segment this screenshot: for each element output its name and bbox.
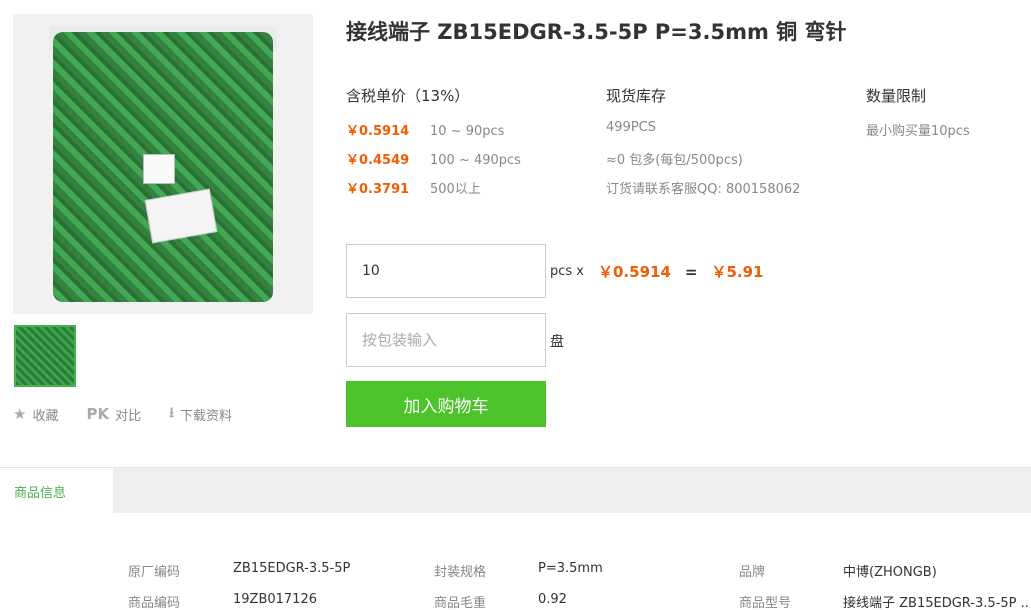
price-tier: ￥0.3791 500以上 [346, 178, 481, 197]
compare-label: 对比 [115, 408, 142, 424]
spec-key: 商品毛重 [434, 596, 487, 610]
spec-value: 0.92 [538, 592, 567, 607]
price-header: 含税单价（13%） [346, 87, 470, 105]
price-calculation: pcs x ￥0.5914 = ￥5.91 [550, 261, 763, 282]
tier-range: 500以上 [430, 182, 481, 197]
tier-price: ￥0.5914 [346, 124, 410, 139]
unit-label: pcs x [550, 264, 584, 279]
spec-value: ZB15EDGR-3.5-5P [233, 561, 351, 576]
compare-button[interactable]: PK 对比 [86, 405, 141, 424]
product-title: 接线端子 ZB15EDGR-3.5-5P P=3.5mm 铜 弯针 [346, 20, 847, 44]
spec-value: 中博(ZHONGB) [843, 565, 937, 580]
stock-quantity: 499PCS [606, 120, 656, 135]
spec-key: 品牌 [739, 565, 766, 580]
tier-range: 100 ~ 490pcs [430, 153, 521, 168]
spec-value: P=3.5mm [538, 561, 603, 576]
price-tier: ￥0.4549 100 ~ 490pcs [346, 149, 521, 168]
favorite-label: 收藏 [32, 408, 59, 424]
package-input[interactable] [346, 313, 546, 367]
package-unit: 盘 [550, 334, 564, 350]
favorite-button[interactable]: ★ 收藏 [13, 405, 58, 424]
stock-header: 现货库存 [606, 87, 667, 105]
download-icon: ⭳ [169, 405, 175, 421]
spec-key: 封装规格 [434, 565, 487, 580]
product-thumbnail[interactable] [14, 325, 76, 387]
stock-packages: ≈0 包多(每包/500pcs) [606, 153, 743, 168]
limit-header: 数量限制 [866, 87, 927, 105]
download-label: 下载资料 [180, 408, 233, 424]
unit-price: ￥0.5914 [598, 263, 671, 281]
star-icon: ★ [13, 405, 27, 423]
product-main-image [13, 14, 313, 314]
equals-sign: = [684, 262, 698, 281]
spec-key: 原厂编码 [128, 565, 181, 580]
price-tier: ￥0.5914 10 ~ 90pcs [346, 120, 504, 139]
pk-icon: PK [86, 405, 110, 423]
tier-range: 10 ~ 90pcs [430, 124, 505, 139]
bag-qr-label [143, 154, 175, 184]
spec-value: 接线端子 ZB15EDGR-3.5-5P ... [843, 596, 1029, 610]
add-to-cart-button[interactable]: 加入购物车 [346, 381, 546, 427]
product-actions: ★ 收藏 PK 对比 ⭳ 下载资料 [13, 402, 260, 426]
total-price: ￥5.91 [711, 263, 764, 281]
tier-price: ￥0.4549 [346, 153, 410, 168]
spec-value: 19ZB017126 [233, 592, 317, 607]
stock-contact: 订货请联系客服QQ: 800158062 [606, 182, 801, 197]
spec-key: 商品型号 [739, 596, 792, 610]
tab-bar: 商品信息 [0, 467, 1031, 514]
min-purchase: 最小购买量10pcs [866, 124, 970, 139]
download-button[interactable]: ⭳ 下载资料 [169, 402, 232, 426]
spec-key: 商品编码 [128, 596, 181, 610]
tier-price: ￥0.3791 [346, 182, 410, 197]
quantity-input[interactable] [346, 244, 546, 298]
tab-product-info[interactable]: 商品信息 [0, 468, 113, 514]
